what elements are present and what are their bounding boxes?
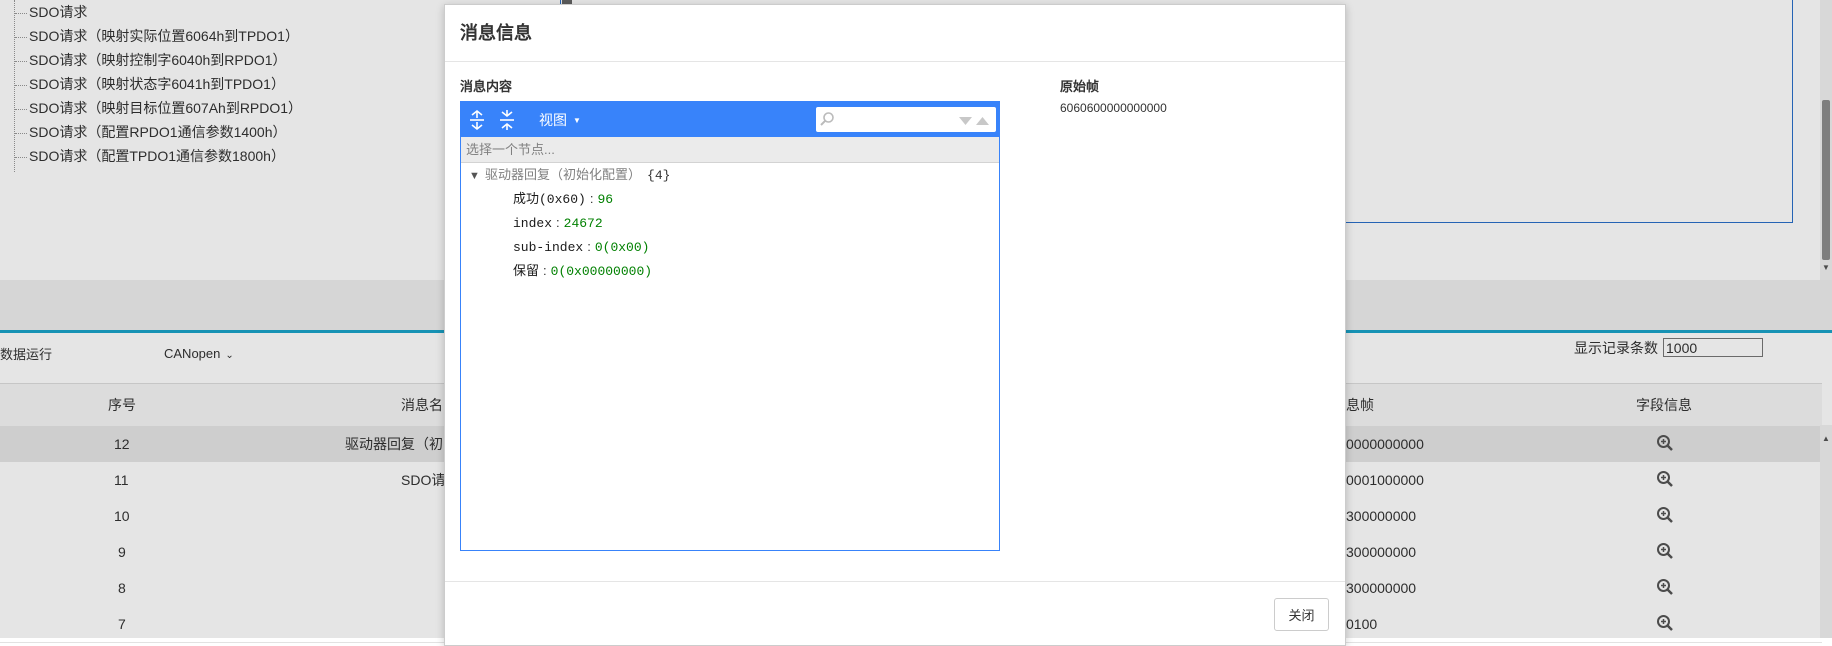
search-icon [820, 112, 834, 126]
field-value: 24672 [563, 216, 603, 231]
raw-frame-value: 6060600000000000 [1060, 101, 1167, 115]
dialog-title: 消息信息 [460, 23, 532, 43]
search-input[interactable] [816, 107, 996, 132]
field-key: index [513, 216, 553, 231]
field-value: 0(0x00000000) [550, 264, 653, 279]
message-info-dialog: 消息信息 消息内容 原始帧 6060600000000000 视图 ▼ 选择一个… [444, 4, 1346, 646]
collapse-all-icon[interactable] [496, 109, 518, 131]
field-node[interactable]: sub-index:0(0x00) [513, 235, 649, 259]
field-node[interactable]: 成功(0x60):96 [513, 187, 613, 211]
field-key: 成功(0x60) [513, 192, 586, 207]
node-navbar: 选择一个节点... [461, 137, 999, 163]
search-next-prev-icon[interactable] [958, 115, 990, 127]
view-mode-label: 视图 [539, 112, 567, 128]
raw-frame-label: 原始帧 [1060, 79, 1100, 94]
field-value: 96 [597, 192, 614, 207]
root-name: 驱动器回复（初始化配置） [485, 167, 642, 182]
dialog-footer: 关闭 [445, 581, 1345, 646]
content-label: 消息内容 [460, 79, 513, 94]
expand-all-icon[interactable] [466, 109, 488, 131]
field-value: 0(0x00) [594, 240, 650, 255]
expand-triangle-icon[interactable]: ▼ [469, 164, 485, 188]
caret-down-icon: ▼ [573, 116, 581, 126]
nav-placeholder: 选择一个节点... [466, 142, 555, 157]
view-mode-button[interactable]: 视图 ▼ [539, 109, 581, 131]
field-node[interactable]: 保留:0(0x00000000) [513, 259, 652, 283]
viewer-menu: 视图 ▼ [461, 102, 999, 137]
search-nav [958, 114, 990, 132]
dialog-header: 消息信息 [445, 5, 1345, 62]
root-count: {4} [647, 168, 671, 183]
field-key: 保留 [513, 264, 540, 279]
field-node[interactable]: index:24672 [513, 211, 603, 235]
tree-root-node[interactable]: ▼ 驱动器回复（初始化配置） {4} [469, 163, 670, 187]
field-key: sub-index [513, 240, 584, 255]
json-viewer: 视图 ▼ 选择一个节点... ▼ 驱动器回复（初始化配置） {4} 成功(0x6… [460, 101, 1000, 551]
close-button[interactable]: 关闭 [1274, 598, 1329, 631]
